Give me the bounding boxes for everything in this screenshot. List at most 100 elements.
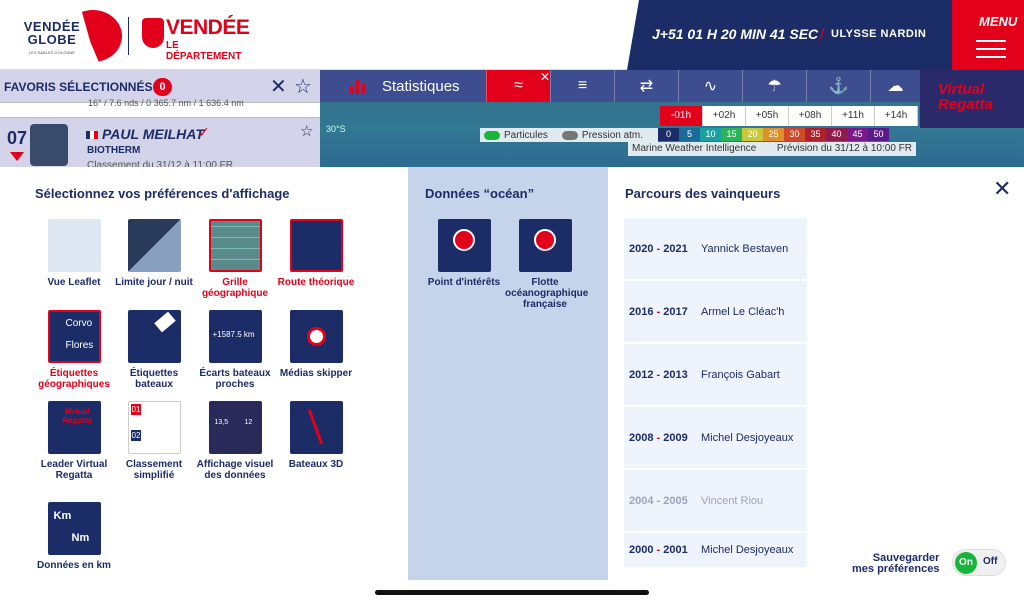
preferences-title: Sélectionnez vos préférences d'affichage: [35, 186, 290, 201]
boat-3d-icon: [289, 401, 343, 454]
winner-row[interactable]: 2012 - 2013 François Gabart: [624, 344, 807, 405]
close-panel-icon[interactable]: ✕: [993, 176, 1011, 202]
swap-arrows-icon: ⇄: [639, 78, 654, 95]
currents-button[interactable]: ⇄: [614, 70, 678, 102]
tile-route-theorique[interactable]: Route théorique: [276, 219, 356, 288]
leaflet-map-icon: [47, 219, 101, 272]
star-icon[interactable]: ☆: [300, 122, 313, 140]
save-preferences-label: Sauvegarder mes préférences: [852, 552, 940, 575]
day-night-icon: [127, 219, 181, 272]
timestep-button[interactable]: +14h: [875, 106, 918, 126]
vendee-globe-logo[interactable]: VENDÉE GLOBE LES SABLES D'OLONNE: [12, 10, 122, 62]
boat-gap-icon: +1587.5 km: [208, 310, 262, 363]
timestep-button[interactable]: +05h: [746, 106, 789, 126]
scale-step: 20: [742, 128, 763, 141]
fleet-pin-icon: [518, 219, 572, 272]
menu-button[interactable]: MENU: [952, 0, 1024, 70]
vendee-globe-wordmark: VENDÉE GLOBE LES SABLES D'OLONNE: [23, 19, 81, 55]
forecast-timesteps: -01h +02h +05h +08h +11h +14h: [660, 106, 918, 126]
temperature-button[interactable]: ☂: [742, 70, 806, 102]
race-timer: J+51 01 H 20 MIN 41 SEC: [652, 26, 819, 42]
tile-etiquettes-bateaux[interactable]: Étiquettes bateaux: [114, 310, 194, 390]
star-icon[interactable]: ☆: [294, 74, 312, 99]
tile-points-interets[interactable]: Point d'intérêts: [424, 219, 504, 288]
skipper-photo: [30, 124, 68, 166]
dials-icon: 13,5 12: [208, 401, 262, 454]
latitude-label: 30°S: [326, 124, 346, 134]
timestep-button[interactable]: +08h: [789, 106, 832, 126]
layer-toggles: Particules Pression atm.: [480, 128, 658, 142]
tile-flotte-oceanographique[interactable]: Flotte océanographique française: [505, 219, 588, 310]
virtual-regatta-icon: Virtual Regatta: [47, 401, 101, 454]
rank-down-icon: [10, 152, 24, 161]
tile-leader-virtual-regatta[interactable]: Virtual Regatta Leader Virtual Regatta: [34, 401, 114, 481]
stats-button[interactable]: Statistiques: [320, 70, 486, 102]
skipper-row[interactable]: 07 PAUL MEILHAT ✓ BIOTHERM Classement du…: [0, 117, 320, 171]
ocean-title: Données “océan”: [425, 186, 535, 201]
winner-row[interactable]: 2004 - 2005 Vincent Riou: [624, 470, 807, 531]
winner-row[interactable]: 2000 - 2001 Michel Desjoyeaux: [624, 533, 807, 567]
wind-direction-button[interactable]: ≡: [550, 70, 614, 102]
scale-step: 25: [763, 128, 784, 141]
clouds-button[interactable]: ☁: [870, 70, 920, 102]
france-flag-icon: [86, 131, 98, 139]
buoy-icon: ⚓: [828, 78, 849, 95]
tile-medias-skipper[interactable]: Médias skipper: [276, 310, 356, 379]
bar-chart-icon: [350, 78, 370, 94]
thermometer-icon: ☂: [767, 78, 782, 95]
geo-labels-icon: Corvo Flores: [47, 310, 101, 363]
winner-row[interactable]: 2008 - 2009 Michel Desjoyeaux: [624, 407, 807, 468]
scale-step: 10: [700, 128, 721, 141]
scale-step: 30: [784, 128, 805, 141]
scale-step: 0: [658, 128, 679, 141]
timestep-button[interactable]: -01h: [660, 106, 703, 126]
ice-button[interactable]: ⚓: [806, 70, 870, 102]
vendee-departement-logo[interactable]: VENDÉE LE DÉPARTEMENT: [142, 16, 252, 62]
route-icon: [289, 219, 343, 272]
particules-toggle[interactable]: [484, 130, 500, 140]
timestep-button[interactable]: +02h: [703, 106, 746, 126]
hamburger-icon: [976, 40, 1006, 64]
tile-vue-leaflet[interactable]: Vue Leaflet: [34, 219, 114, 288]
wind-lines-icon: ≡: [577, 77, 588, 94]
favorites-count-badge: 0: [153, 78, 172, 96]
timer-separator: /: [820, 26, 825, 43]
tile-ecarts-bateaux[interactable]: +1587.5 km Écarts bateaux proches: [195, 310, 275, 390]
timestep-button[interactable]: +11h: [832, 106, 875, 126]
poi-pin-icon: [437, 219, 491, 272]
wind-icon: ≈: [514, 77, 523, 94]
tile-bateaux-3d[interactable]: Bateaux 3D: [276, 401, 356, 470]
km-nm-icon: Km Nm: [47, 502, 101, 555]
vendee-heart-icon: [142, 18, 164, 48]
cloud-icon: ☁: [887, 78, 904, 95]
tile-donnees-km[interactable]: Km Nm Données en km: [34, 502, 114, 571]
scale-step: 45: [847, 128, 868, 141]
scale-step: 5: [679, 128, 700, 141]
save-preferences-toggle[interactable]: On Off: [952, 549, 1006, 576]
scale-step: 35: [805, 128, 826, 141]
pression-toggle[interactable]: [561, 130, 578, 140]
wind-close-icon[interactable]: ✕: [540, 70, 550, 84]
tile-grille-geographique[interactable]: Grille géographique: [195, 219, 275, 299]
waves-icon: ∿: [703, 78, 718, 95]
winner-row[interactable]: 2020 - 2021 Yannick Bestaven: [624, 218, 807, 279]
tile-limite-jour-nuit[interactable]: Limite jour / nuit: [114, 219, 194, 288]
scale-step: 50: [868, 128, 889, 141]
grid-icon: [208, 219, 262, 272]
tile-etiquettes-geographiques[interactable]: Corvo Flores Étiquettes géographiques: [34, 310, 114, 390]
skipper-name: PAUL MEILHAT: [86, 126, 204, 142]
close-icon[interactable]: ✕: [270, 74, 287, 99]
media-play-icon: [289, 310, 343, 363]
virtual-regatta-button[interactable]: Virtual Regatta: [920, 70, 1024, 128]
scale-step: 40: [826, 128, 847, 141]
tile-classement-simplifie[interactable]: 01 02 Classement simplifié: [114, 401, 194, 481]
waves-button[interactable]: ∿: [678, 70, 742, 102]
scale-step: 15: [721, 128, 742, 141]
ranking-icon: 01 02: [127, 401, 181, 454]
winner-row[interactable]: 2016 - 2017 Armel Le Cléac'h: [624, 281, 807, 342]
ulysse-nardin-logo[interactable]: ULYSSE NARDIN: [831, 28, 926, 40]
winners-title: Parcours des vainqueurs: [625, 186, 781, 201]
logo-divider: [128, 17, 129, 55]
home-indicator[interactable]: [375, 590, 649, 595]
tile-affichage-visuel[interactable]: 13,5 12 Affichage visuel des données: [195, 401, 275, 481]
